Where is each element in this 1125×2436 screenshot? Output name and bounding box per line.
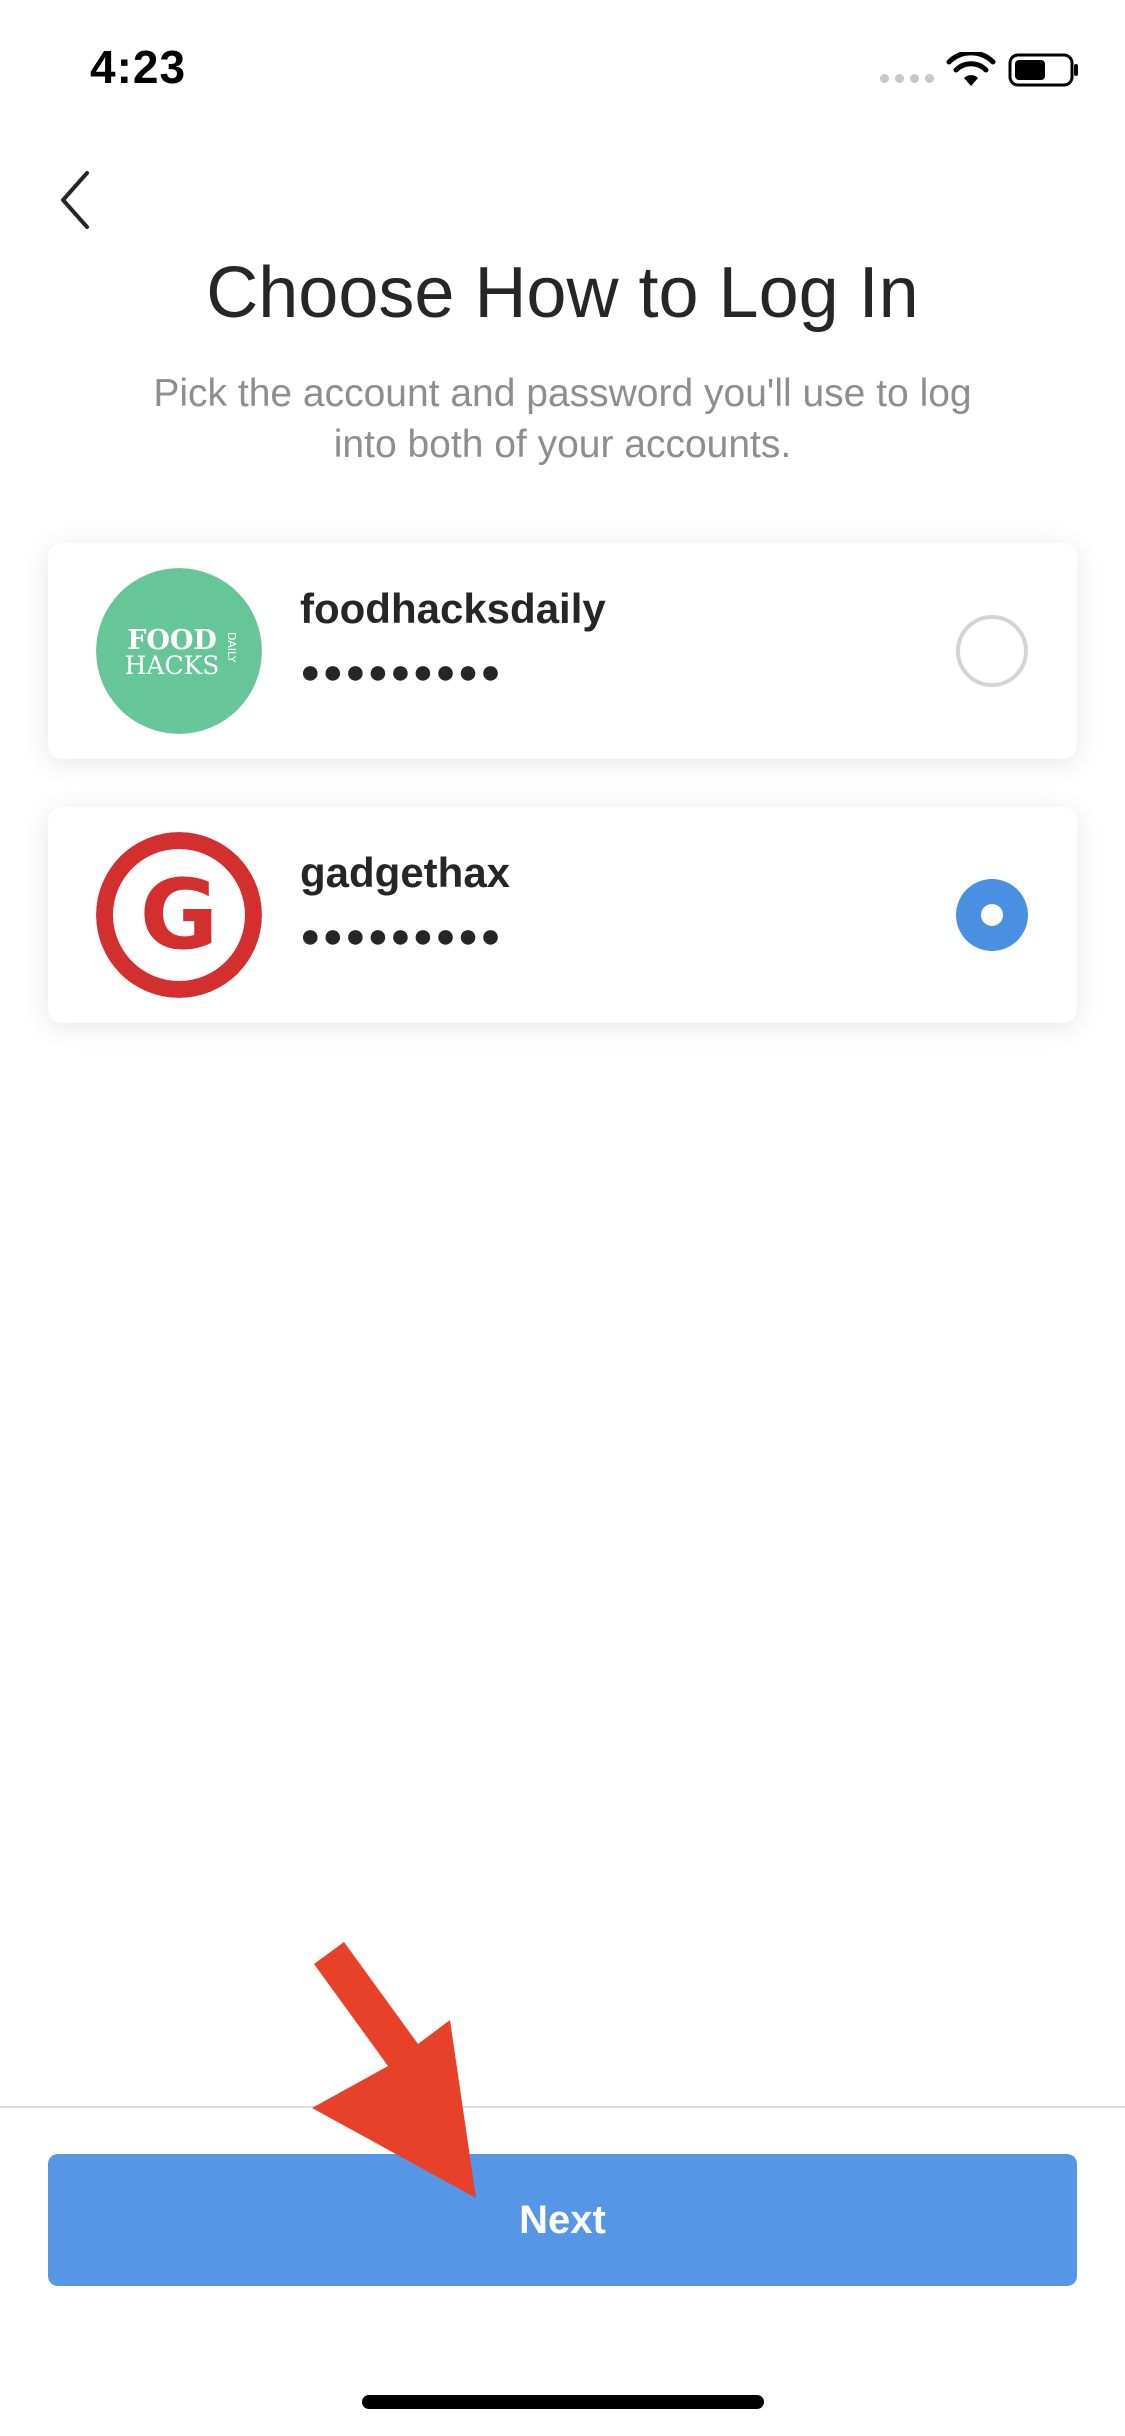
account-option-foodhacksdaily[interactable]: FOOD HACKS DAILY foodhacksdaily ●●●●●●●●…	[48, 543, 1077, 759]
account-username: foodhacksdaily	[300, 585, 606, 632]
account-password-mask: ●●●●●●●●●	[300, 653, 503, 691]
chevron-left-icon	[61, 171, 89, 229]
radio-button-unselected[interactable]	[956, 615, 1028, 687]
account-password-mask: ●●●●●●●●●	[300, 917, 503, 955]
svg-text:HACKS: HACKS	[125, 651, 220, 680]
battery-icon	[1008, 53, 1078, 87]
foodhacksdaily-logo: FOOD HACKS DAILY	[96, 568, 262, 734]
avatar: FOOD HACKS DAILY	[96, 568, 262, 734]
radio-dot	[981, 904, 1003, 926]
account-option-gadgethax[interactable]: G gadgethax ●●●●●●●●●	[48, 807, 1077, 1023]
account-username: gadgethax	[300, 849, 511, 896]
status-bar: 4:23	[0, 0, 1125, 140]
radio-button-selected[interactable]	[956, 879, 1028, 951]
svg-text:DAILY: DAILY	[225, 632, 238, 663]
next-button[interactable]: Next	[48, 2154, 1077, 2286]
status-time: 4:23	[90, 41, 187, 93]
signal-icon	[880, 74, 934, 83]
page-subtitle: Pick the account and password you'll use…	[153, 372, 972, 466]
svg-text:G: G	[140, 859, 219, 971]
back-button[interactable]	[40, 160, 110, 240]
home-indicator[interactable]	[362, 2395, 764, 2409]
divider	[0, 2106, 1125, 2108]
wifi-icon	[946, 52, 996, 86]
avatar: G	[96, 832, 262, 998]
gadgethax-logo: G	[96, 832, 262, 998]
page-title: Choose How to Log In	[206, 253, 919, 333]
